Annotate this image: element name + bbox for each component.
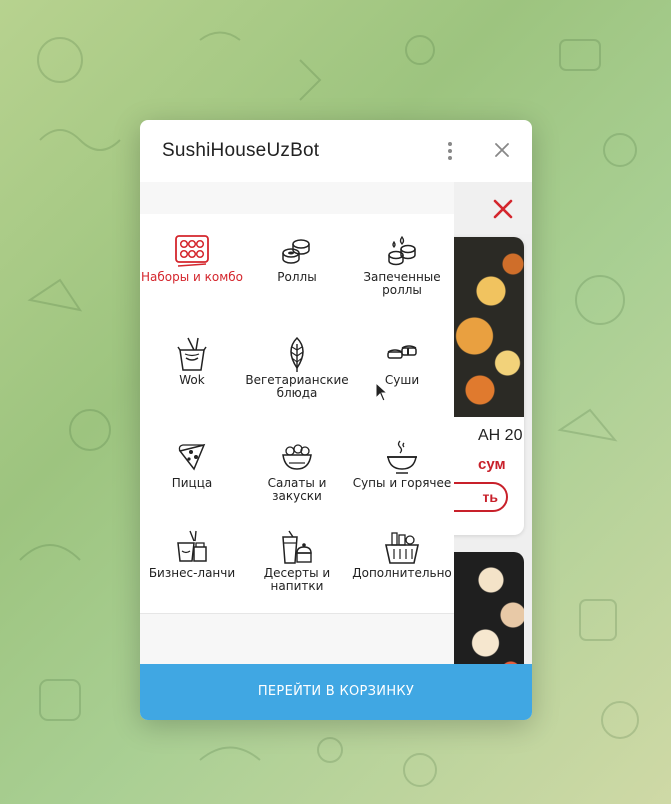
panel-top-strip — [140, 182, 454, 214]
category-rolls[interactable]: Роллы — [245, 233, 349, 284]
more-vertical-icon[interactable] — [440, 138, 460, 164]
panel-bottom-strip — [140, 613, 454, 664]
category-sushi[interactable]: Суши — [350, 336, 454, 387]
lunch-box-icon — [177, 530, 207, 562]
category-label: Роллы — [277, 270, 317, 284]
background-webapp-content: АН 20 сум ть — [454, 182, 532, 664]
category-salads[interactable]: Салаты и закуски — [245, 439, 349, 503]
product-image — [454, 237, 524, 417]
modal-title: SushiHouseUzBot — [162, 140, 320, 161]
baked-rolls-icon — [388, 235, 416, 266]
category-label: Салаты и закуски — [267, 476, 327, 503]
add-to-cart-button[interactable]: ть — [454, 482, 508, 512]
category-desserts-drinks[interactable]: Десерты и напитки — [245, 529, 349, 593]
wok-box-icon — [177, 337, 207, 371]
salad-bowl-icon — [282, 444, 312, 470]
sushi-icon — [387, 345, 417, 359]
category-pizza[interactable]: Пицца — [140, 439, 244, 490]
category-label: Суши — [384, 373, 420, 387]
product-card[interactable] — [454, 552, 524, 664]
category-label: Наборы и комбо — [140, 270, 244, 284]
category-vegetarian[interactable]: Вегетарианские блюда — [245, 336, 349, 400]
product-name: АН 20 — [478, 427, 523, 444]
go-to-cart-button[interactable]: ПЕРЕЙТИ В КОРЗИНКУ — [140, 664, 532, 720]
product-price: сум — [478, 456, 506, 473]
close-icon[interactable] — [492, 140, 512, 160]
basket-icon — [385, 532, 419, 564]
category-label: Wok — [179, 373, 205, 387]
category-business-lunch[interactable]: Бизнес-ланчи — [140, 529, 244, 580]
bot-webapp-modal: SushiHouseUzBot АН 20 сум ть Наборы и ко… — [140, 120, 532, 720]
leaf-icon — [290, 336, 304, 372]
category-label: Запеченные роллы — [363, 270, 441, 297]
product-card[interactable]: АН 20 сум ть — [454, 237, 524, 535]
webapp-topbar — [454, 182, 532, 234]
category-additional[interactable]: Дополнительно — [350, 529, 454, 580]
modal-header: SushiHouseUzBot — [140, 120, 532, 182]
category-label: Пицца — [171, 476, 213, 490]
category-label: Дополнительно — [352, 566, 452, 580]
category-wok[interactable]: Wok — [140, 336, 244, 387]
sushi-set-icon — [175, 235, 209, 267]
category-baked-rolls[interactable]: Запеченные роллы — [350, 233, 454, 297]
categories-panel: Наборы и комбо Роллы Запеченные роллы Wo… — [140, 182, 454, 664]
drink-cake-icon — [282, 530, 312, 564]
rolls-icon — [282, 239, 310, 264]
category-label: Десерты и напитки — [263, 566, 331, 593]
pizza-slice-icon — [178, 443, 206, 471]
category-soups[interactable]: Супы и горячее — [350, 439, 454, 490]
category-sets-combo[interactable]: Наборы и комбо — [140, 233, 244, 284]
webapp-close-icon[interactable] — [491, 197, 515, 221]
category-label: Бизнес-ланчи — [148, 566, 236, 580]
soup-bowl-icon — [387, 440, 417, 474]
category-label: Супы и горячее — [352, 476, 452, 490]
product-image — [454, 552, 524, 664]
category-label: Вегетарианские блюда — [245, 373, 349, 400]
mouse-cursor-icon — [375, 382, 389, 402]
